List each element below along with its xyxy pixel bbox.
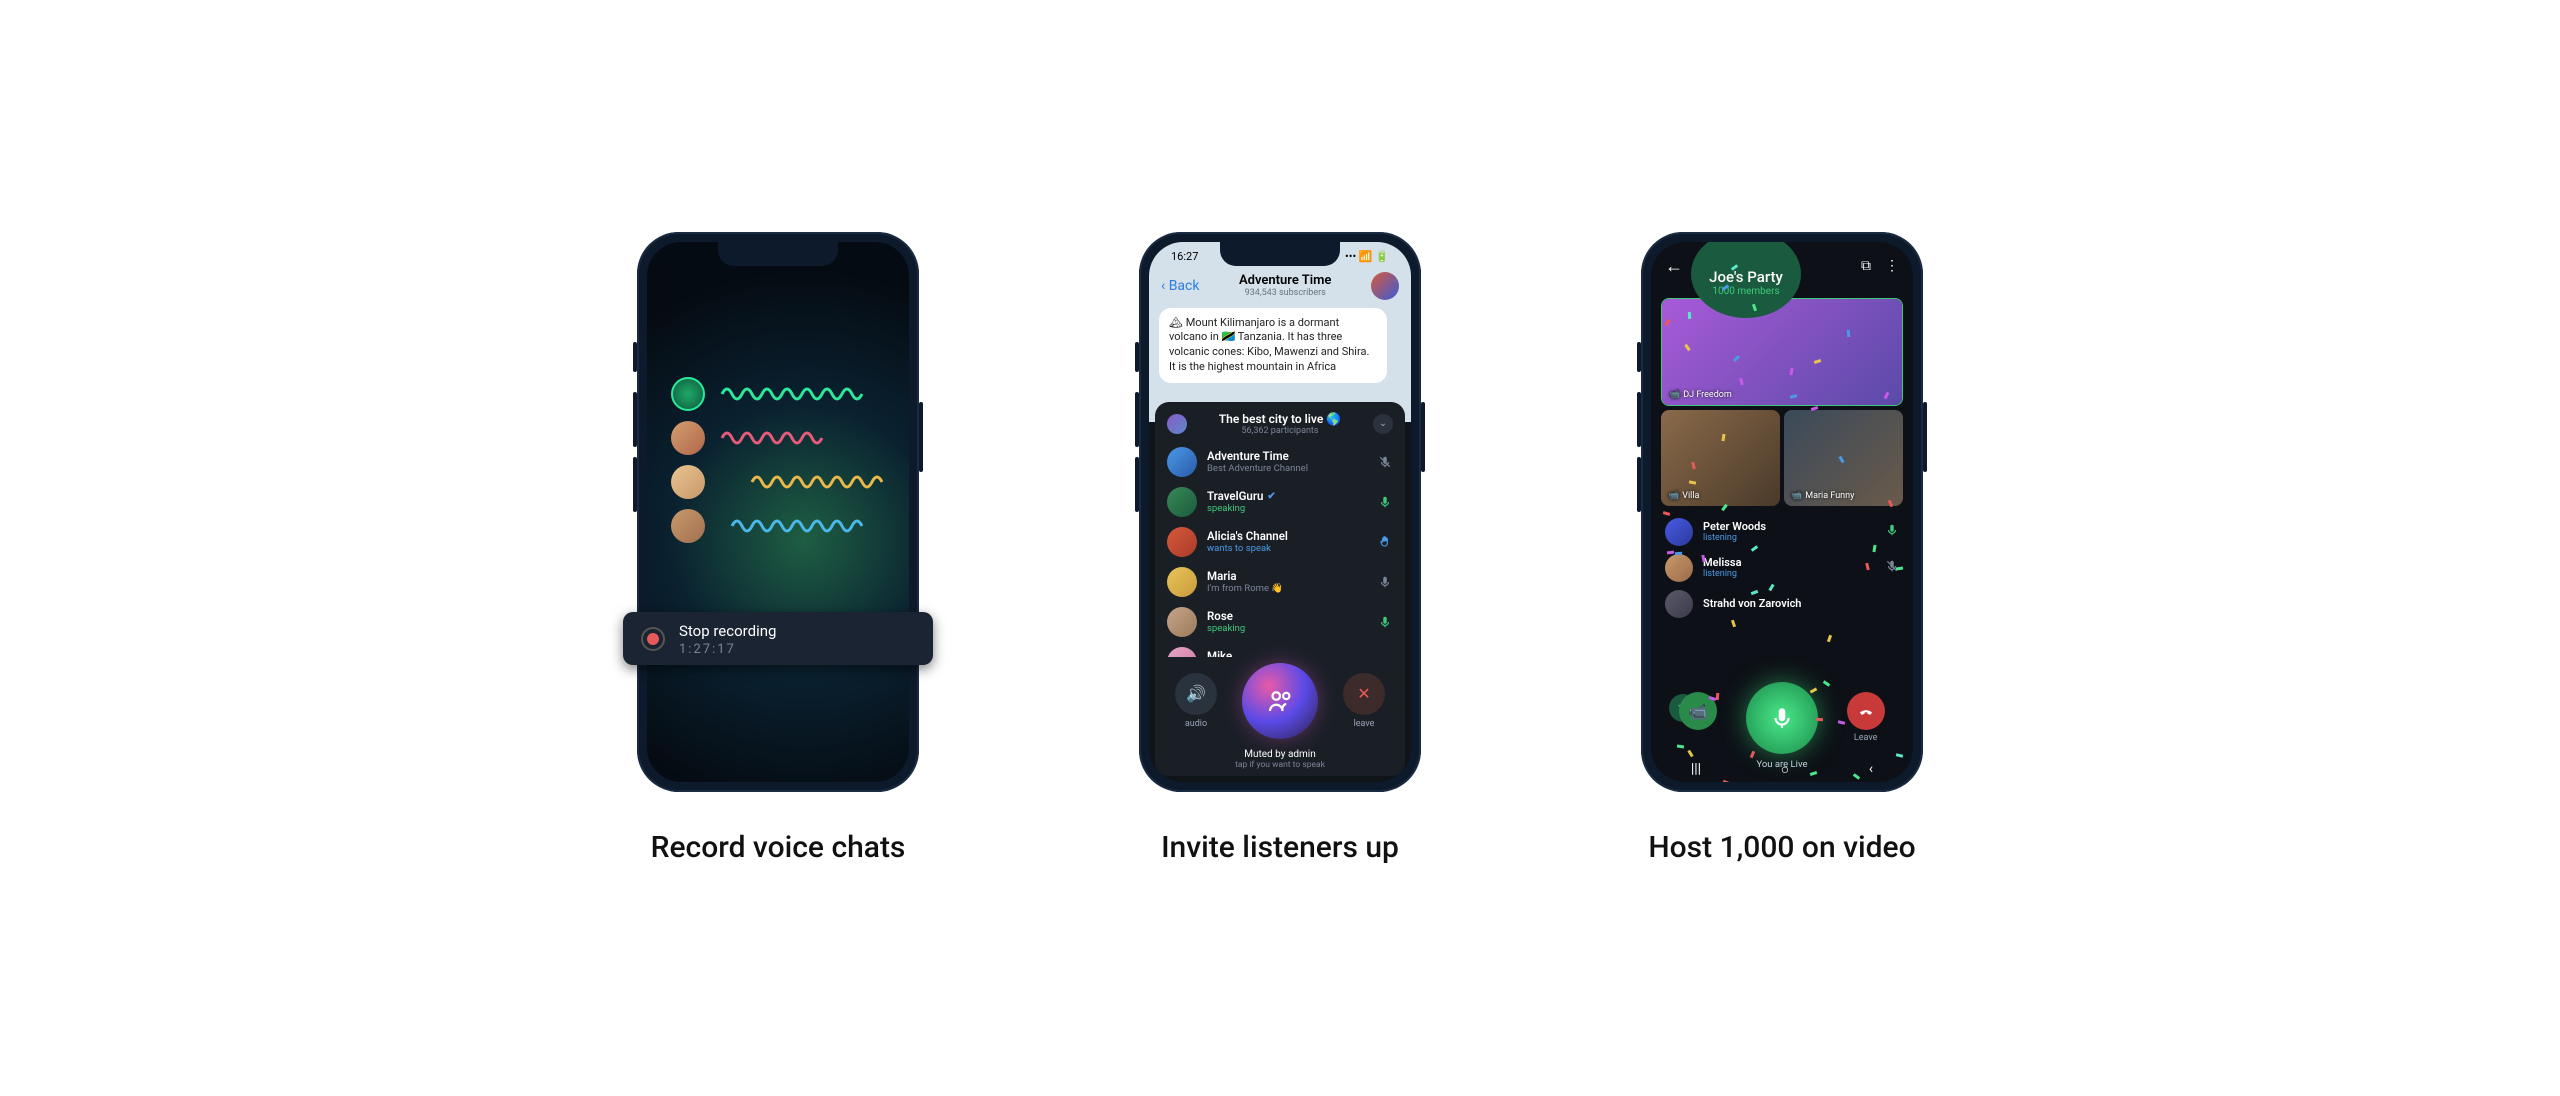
status-time: 16:27 (1171, 250, 1198, 263)
camera-button[interactable]: 📹 (1679, 692, 1717, 743)
caption-record: Record voice chats (651, 830, 906, 865)
chevron-down-icon[interactable]: ⌄ (1373, 414, 1393, 434)
participant-status: Best Adventure Channel (1207, 463, 1367, 474)
participant-status: I'm from Rome 👋 (1207, 583, 1367, 594)
mute-button[interactable] (1242, 663, 1318, 739)
mic-icon (1377, 614, 1393, 630)
record-icon (641, 627, 665, 651)
listener-name: Strahd von Zarovich (1703, 597, 1889, 610)
pip-icon[interactable]: ⧉ (1861, 258, 1871, 274)
participant-name: Alicia's Channel (1207, 529, 1367, 543)
listener-row[interactable]: Melissa listening (1661, 550, 1903, 586)
participant-row[interactable]: Maria I'm from Rome 👋 (1155, 562, 1405, 602)
camera-icon: 📹 (1669, 390, 1680, 400)
video-tile[interactable]: 📹Maria Funny (1784, 410, 1903, 506)
participant-row[interactable]: Adventure Time Best Adventure Channel (1155, 442, 1405, 482)
recording-time: 1:27:17 (679, 642, 776, 657)
participant-avatar (1167, 567, 1197, 597)
leave-call-button[interactable]: Leave (1847, 692, 1885, 743)
participant-name: Adventure Time (1207, 449, 1367, 463)
mic-mute-icon (1885, 558, 1899, 577)
listener-name: Peter Woods (1703, 520, 1875, 533)
participant-avatar (1167, 607, 1197, 637)
hangup-icon (1847, 692, 1885, 730)
android-nav[interactable]: |||○‹ (1651, 761, 1913, 778)
participant-row[interactable]: TravelGuru✔ speaking (1155, 482, 1405, 522)
muted-hint: tap if you want to speak (1155, 760, 1405, 776)
listener-row[interactable]: Peter Woods listening (1661, 514, 1903, 550)
muted-status: Muted by admin (1155, 749, 1405, 760)
video-tile[interactable]: 📹Villa (1661, 410, 1780, 506)
camera-icon: 📹 (1668, 491, 1679, 501)
participant-name: Rose (1207, 609, 1367, 623)
video-icon: 📹 (1679, 692, 1717, 730)
speaker-avatar (671, 421, 705, 455)
participant-name: Maria (1207, 569, 1367, 583)
caption-video: Host 1,000 on video (1648, 830, 1915, 865)
speaker-icon: 🔊 (1175, 673, 1217, 715)
chat-title[interactable]: Adventure Time 934,543 subscribers (1199, 273, 1371, 298)
listener-avatar (1665, 518, 1693, 546)
mic-live-button[interactable] (1746, 682, 1818, 754)
more-icon[interactable]: ⋮ (1885, 258, 1899, 274)
participant-status: speaking (1207, 623, 1367, 634)
participant-name: Mike (1207, 649, 1367, 657)
participant-avatar (1167, 487, 1197, 517)
panel-participants: 56,362 participants (1195, 426, 1365, 436)
phone-invite: 16:27 ••• 📶 🔋 ‹ Back Adventure Time 934,… (1139, 232, 1421, 792)
close-icon: ✕ (1343, 673, 1385, 715)
mic-icon (1377, 574, 1393, 590)
audio-button[interactable]: 🔊 audio (1175, 673, 1217, 729)
phone-video: ← ⧉ ⋮ Joe's Party 1000 members 📹DJ (1641, 232, 1923, 792)
listener-avatar (1665, 554, 1693, 582)
listener-status: listening (1703, 569, 1875, 579)
panel-avatar (1167, 414, 1187, 434)
recording-label: Stop recording (679, 622, 776, 640)
voice-waveforms (671, 372, 885, 548)
voice-chat-panel: The best city to live 🌎 56,362 participa… (1155, 402, 1405, 776)
speaker-avatar (671, 377, 705, 411)
chat-avatar[interactable] (1371, 272, 1399, 300)
participant-avatar (1167, 527, 1197, 557)
verified-icon: ✔ (1267, 491, 1275, 502)
panel-title: The best city to live 🌎 (1195, 412, 1365, 426)
status-icons: ••• 📶 🔋 (1345, 250, 1389, 263)
speaker-avatar (671, 509, 705, 543)
phone-record: Stop recording 1:27:17 (637, 232, 919, 792)
video-tile-main[interactable]: 📹DJ Freedom (1661, 298, 1903, 406)
stop-recording-bar[interactable]: Stop recording 1:27:17 (623, 612, 933, 665)
listener-avatar (1665, 590, 1693, 618)
leave-button[interactable]: ✕ leave (1343, 673, 1385, 729)
participant-row[interactable]: Rose speaking (1155, 602, 1405, 642)
listener-name: Melissa (1703, 556, 1875, 569)
listener-status: listening (1703, 533, 1875, 543)
participant-row[interactable]: Mike 23 y.o. designer from Berlin. (1155, 642, 1405, 657)
message-bubble: 🏔 Mount Kilimanjaro is a dormant volcano… (1159, 308, 1387, 383)
participant-status: wants to speak (1207, 543, 1367, 554)
participant-row[interactable]: Alicia's Channel wants to speak (1155, 522, 1405, 562)
hand-icon (1377, 534, 1393, 550)
participant-name: TravelGuru✔ (1207, 489, 1367, 503)
mic-icon (1377, 494, 1393, 510)
participant-avatar (1167, 647, 1197, 657)
back-button[interactable]: ‹ Back (1161, 278, 1199, 294)
participant-avatar (1167, 447, 1197, 477)
back-arrow-icon[interactable]: ← (1665, 256, 1683, 277)
speaker-avatar (671, 465, 705, 499)
participant-status: speaking (1207, 503, 1367, 514)
camera-icon: 📹 (1791, 491, 1802, 501)
listener-row[interactable]: Strahd von Zarovich (1661, 586, 1903, 622)
mic-icon (1885, 522, 1899, 541)
caption-invite: Invite listeners up (1161, 830, 1399, 865)
mic-mute-icon (1377, 454, 1393, 470)
